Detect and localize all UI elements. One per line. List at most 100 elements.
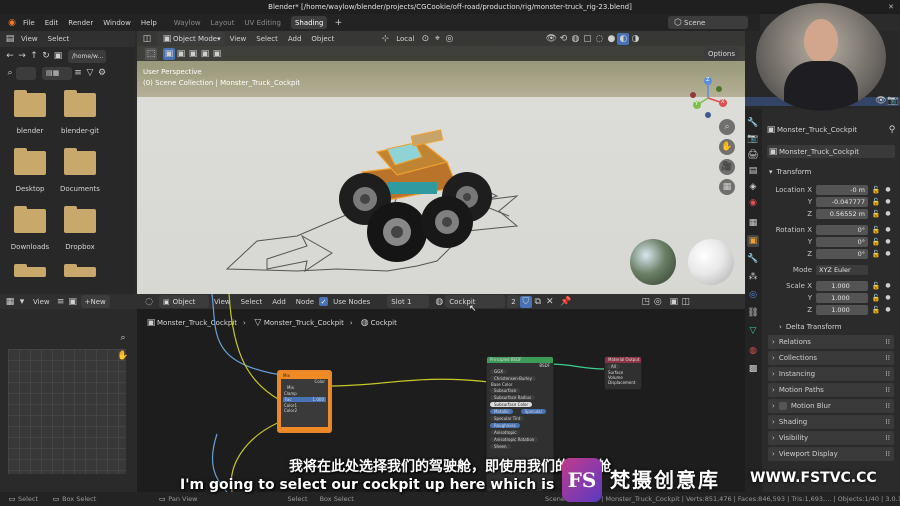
world-tab-icon[interactable]: ◉ xyxy=(747,197,759,209)
panel-motion-paths[interactable]: › Motion Paths ⁞⁞ xyxy=(768,383,894,397)
material-output-node[interactable]: Material Output All Surface Volume Displ… xyxy=(604,356,642,390)
search-icon[interactable]: ⌕ xyxy=(4,67,16,79)
file-item-documents[interactable]: Documents xyxy=(58,148,102,193)
editor-type-icon[interactable]: ▤ xyxy=(4,33,16,45)
motion-blur-checkbox[interactable] xyxy=(778,402,787,410)
fb-menu-select[interactable]: Select xyxy=(48,35,70,43)
lock-icon[interactable]: 🔓 xyxy=(870,248,882,260)
keyframe-dot-icon[interactable]: ● xyxy=(882,236,894,248)
bsdf-subsurface-method[interactable]: Christensen-Burley xyxy=(490,376,536,381)
mix-clamp[interactable]: Clamp xyxy=(281,391,328,396)
data-tab-icon[interactable]: ▽ xyxy=(747,325,759,337)
filter-icon[interactable]: ▽ xyxy=(84,67,96,79)
rotation-y-field[interactable]: 0° xyxy=(816,236,868,247)
settings-icon[interactable]: ⚙ xyxy=(96,67,108,79)
drag-handle-icon[interactable]: ⁞⁞ xyxy=(886,434,890,442)
display-mode-button[interactable]: ▤▦ xyxy=(42,66,72,80)
physics-tab-icon[interactable]: ◎ xyxy=(747,289,759,301)
new-image-button[interactable]: + New xyxy=(80,295,110,308)
output-tab-icon[interactable]: 🖨 xyxy=(747,149,759,161)
mix-blend-dropdown[interactable]: Mix xyxy=(283,385,298,390)
sort-icon[interactable]: ≡ xyxy=(72,67,84,79)
rotation-x-field[interactable]: 0° xyxy=(816,224,868,235)
location-y-field[interactable]: -0.047777 xyxy=(816,196,868,207)
panel-motion-blur[interactable]: › Motion Blur ⁞⁞ xyxy=(768,399,894,413)
menu-render[interactable]: Render xyxy=(68,19,93,27)
ie-menu-view[interactable]: View xyxy=(33,298,50,306)
keyframe-dot-icon[interactable]: ● xyxy=(882,224,894,236)
location-x-field[interactable]: -0 m xyxy=(816,184,868,195)
editor-type-icon[interactable]: ▦ xyxy=(4,296,16,308)
back-icon[interactable]: ← xyxy=(4,50,16,62)
monster-truck-model[interactable] xyxy=(307,127,527,267)
bsdf-specular[interactable]: Specular xyxy=(520,409,547,414)
bsdf-sheen[interactable]: Sheen xyxy=(490,444,511,449)
parent-dir-icon[interactable]: ↑ xyxy=(28,50,40,62)
scene-tab-icon[interactable]: ◈ xyxy=(747,181,759,193)
bsdf-anisotropic-rotation[interactable]: Anisotropic Rotation xyxy=(490,437,539,442)
particles-tab-icon[interactable]: ⁂ xyxy=(747,271,759,283)
pan-hand-icon[interactable]: ✋ xyxy=(719,139,735,155)
lock-icon[interactable]: 🔓 xyxy=(870,184,882,196)
lock-icon[interactable]: 🔓 xyxy=(870,236,882,248)
drag-handle-icon[interactable]: ⁞⁞ xyxy=(886,450,890,458)
panel-instancing[interactable]: › Instancing ⁞⁞ xyxy=(768,367,894,381)
list-icon[interactable]: ≡ xyxy=(55,296,67,308)
bsdf-subsurface-color[interactable]: Subsurface Color xyxy=(490,402,533,407)
zoom-icon[interactable]: ⌕ xyxy=(117,332,129,344)
transform-panel-header[interactable]: ▾ Transform xyxy=(769,166,895,178)
tab-waylow[interactable]: Waylow xyxy=(174,19,201,27)
drag-handle-icon[interactable]: ⁞⁞ xyxy=(886,354,890,362)
search-input[interactable] xyxy=(16,66,36,80)
mix-fac-field[interactable]: Fac 1.000 xyxy=(283,397,326,402)
lock-icon[interactable]: 🔓 xyxy=(870,196,882,208)
lock-icon[interactable]: 🔓 xyxy=(870,224,882,236)
keyframe-dot-icon[interactable]: ● xyxy=(882,292,894,304)
panel-relations[interactable]: › Relations ⁞⁞ xyxy=(768,335,894,349)
refresh-icon[interactable]: ↻ xyxy=(40,50,52,62)
lock-icon[interactable]: 🔓 xyxy=(870,208,882,220)
tab-shading[interactable]: Shading xyxy=(290,16,328,29)
lock-icon[interactable]: 🔓 xyxy=(870,304,882,316)
menu-edit[interactable]: Edit xyxy=(45,19,59,27)
bsdf-specular-tint[interactable]: Specular Tint xyxy=(490,416,525,421)
viewport-3d[interactable]: ◫ ▣ Object Mode ▾ View Select Add Object … xyxy=(137,31,745,294)
panel-visibility[interactable]: › Visibility ⁞⁞ xyxy=(768,431,894,445)
fb-menu-view[interactable]: View xyxy=(21,35,38,43)
drag-handle-icon[interactable]: ⁞⁞ xyxy=(886,338,890,346)
bsdf-subsurface[interactable]: Subsurface xyxy=(490,388,521,393)
bsdf-anisotropic[interactable]: Anisotropic xyxy=(490,430,521,435)
outliner-visibility-icon[interactable]: 👁 xyxy=(875,95,887,107)
object-name-field[interactable]: ▣ Monster_Truck_Cockpit xyxy=(767,145,895,158)
constraints-tab-icon[interactable]: ⛓ xyxy=(747,307,759,319)
panel-collections[interactable]: › Collections ⁞⁞ xyxy=(768,351,894,365)
pin-icon[interactable]: ⚲ xyxy=(886,124,898,136)
collection-tab-icon[interactable]: ▦ xyxy=(747,217,759,229)
file-item-downloads[interactable]: Downloads xyxy=(8,206,52,251)
perspective-grid-icon[interactable]: ▦ xyxy=(719,179,735,195)
keyframe-dot-icon[interactable]: ● xyxy=(882,208,894,220)
file-item-blender[interactable]: blender xyxy=(10,90,50,135)
tab-layout[interactable]: Layout xyxy=(211,19,235,27)
keyframe-dot-icon[interactable]: ● xyxy=(882,280,894,292)
drag-handle-icon[interactable]: ⁞⁞ xyxy=(886,386,890,394)
keyframe-dot-icon[interactable]: ● xyxy=(882,304,894,316)
menu-file[interactable]: File xyxy=(23,19,35,27)
delta-transform-subpanel[interactable]: › Delta Transform xyxy=(779,321,895,332)
keyframe-dot-icon[interactable]: ● xyxy=(882,184,894,196)
path-field[interactable]: /home/w... xyxy=(68,49,106,63)
new-folder-icon[interactable]: ▣ xyxy=(52,50,64,62)
material-tab-icon[interactable]: ◍ xyxy=(747,345,759,357)
scale-y-field[interactable]: 1.000 xyxy=(816,292,868,303)
bsdf-distribution[interactable]: GGX xyxy=(490,369,507,374)
menu-help[interactable]: Help xyxy=(141,19,157,27)
window-close-icon[interactable]: ✕ xyxy=(888,0,894,14)
scale-x-field[interactable]: 1.000 xyxy=(816,280,868,291)
object-tab-icon[interactable]: ▣ xyxy=(747,235,759,247)
navigation-gizmo[interactable]: Z X Y xyxy=(685,75,731,121)
zoom-icon[interactable]: ⌕ xyxy=(719,119,735,135)
pan-hand-icon[interactable]: ✋ xyxy=(117,350,129,362)
add-workspace-icon[interactable]: + xyxy=(332,17,344,29)
scene-selector[interactable]: ⬡ Scene xyxy=(668,16,748,29)
modifier-tab-icon[interactable]: 🔧 xyxy=(747,253,759,265)
